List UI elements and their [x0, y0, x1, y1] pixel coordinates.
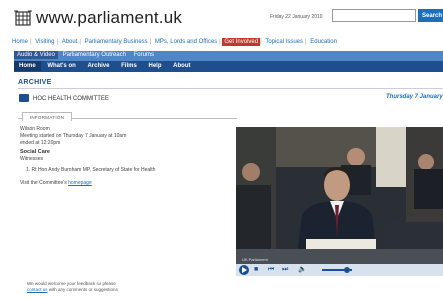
video-caption: UK Parliament [242, 257, 268, 262]
nav-separator: | [149, 39, 152, 45]
videonav-help[interactable]: Help [143, 61, 166, 71]
play-button[interactable] [239, 265, 249, 275]
videonav-whats-on[interactable]: What's on [42, 61, 80, 71]
page-title: ARCHIVE [18, 79, 52, 86]
nav-home[interactable]: Home [10, 38, 30, 46]
committee-name: HOC HEALTH COMMITTEE [33, 96, 109, 102]
committee-homepage-line: Visit the Committee's homepage [20, 180, 235, 187]
video-controls: ■ ⏮ ⏭ 🔈 [236, 264, 443, 276]
nav-about[interactable]: About [60, 38, 80, 46]
feedback-note: We would welcome your feedback so please… [27, 281, 118, 293]
videonav-about[interactable]: About [168, 61, 195, 71]
rewind-icon[interactable]: ⏮ [268, 266, 274, 274]
forward-icon[interactable]: ⏭ [282, 266, 288, 274]
stop-icon[interactable]: ■ [254, 266, 258, 274]
search-button[interactable]: Search [418, 9, 443, 22]
start-time-text: Meeting started on Thursday 7 January at… [20, 133, 127, 139]
nav-separator: | [219, 39, 221, 45]
divider [18, 88, 443, 89]
site-name-link[interactable]: www.parliament.uk [36, 8, 182, 28]
video-player[interactable]: UK Parliament [236, 127, 443, 264]
search-input[interactable] [332, 9, 416, 22]
portcullis-logo-icon[interactable] [14, 10, 32, 27]
nav-mps-lords-offices[interactable]: MPs, Lords and Offices [153, 38, 219, 46]
committee-icon [19, 94, 29, 102]
volume-slider-handle[interactable] [344, 267, 350, 273]
top-nav: Home | Visiting | About | Parliamentary Bus… [10, 38, 443, 49]
volume-icon[interactable]: 🔈 [298, 266, 307, 274]
videonav-home[interactable]: Home [14, 61, 41, 71]
contact-us-link[interactable]: contact us [27, 287, 48, 292]
tab-information[interactable]: INFORMATION [22, 112, 72, 121]
videonav-archive[interactable]: Archive [82, 61, 114, 71]
subject-heading: Social Care [20, 149, 50, 155]
subnav-parliamentary-outreach[interactable]: Parliamentary Outreach [60, 51, 129, 59]
homepage-link[interactable]: homepage [68, 180, 92, 186]
nav-separator: | [30, 39, 32, 45]
nav-parliamentary-business[interactable]: Parliamentary Business [83, 38, 150, 46]
video-frame [236, 127, 443, 264]
event-date: Thursday 7 January [386, 94, 443, 100]
videonav-films[interactable]: Films [116, 61, 142, 71]
end-time-text: ended at 12:20pm [20, 140, 61, 146]
information-panel: Wilson Room Meeting started on Thursday … [20, 126, 235, 187]
feedback-suffix: with any comments or suggestions [48, 287, 118, 292]
location-text: Wilson Room [20, 126, 50, 132]
current-date: Friday 22 January 2010 [270, 14, 323, 20]
video-nav: Home What's on Archive Films Help About [14, 61, 443, 72]
nav-get-involved[interactable]: Get Involved [222, 38, 261, 46]
witness-item: 1. Rt Hon Andy Burnham MP, Secretary of … [26, 167, 156, 173]
nav-visiting[interactable]: Visiting [33, 38, 56, 46]
nav-topical-issues[interactable]: Topical Issues [263, 38, 305, 46]
section-nav: Audio & Video Parliamentary Outreach For… [14, 51, 443, 61]
site-header: www.parliament.uk Friday 22 January 2010… [0, 0, 443, 38]
nav-education[interactable]: Education [308, 38, 339, 46]
nav-separator: | [260, 39, 262, 45]
nav-separator: | [305, 39, 307, 45]
nav-separator: | [56, 39, 59, 45]
nav-separator: | [79, 39, 81, 45]
visit-text: Visit the Committee's [20, 180, 67, 186]
subnav-audio-video[interactable]: Audio & Video [14, 51, 58, 59]
witnesses-label: Witnesses [20, 156, 44, 162]
subnav-forums[interactable]: Forums [131, 51, 157, 59]
